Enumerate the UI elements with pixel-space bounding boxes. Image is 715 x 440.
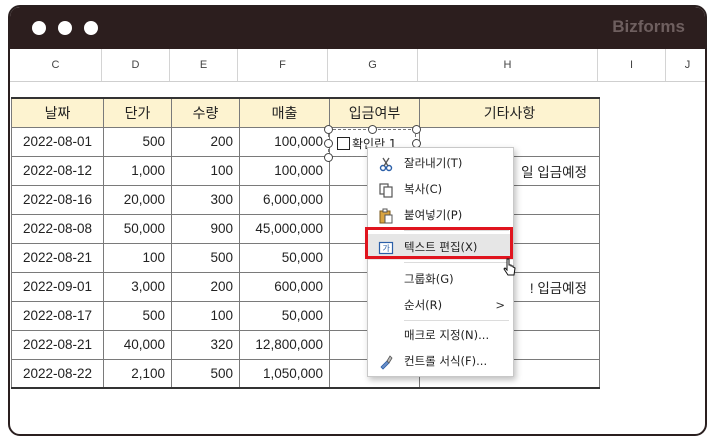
mouse-cursor-icon (503, 257, 517, 281)
cell-quantity[interactable]: 100 (171, 300, 240, 331)
cell-unit-price[interactable]: 500 (103, 126, 172, 157)
cell-sales[interactable]: 50,000 (239, 242, 330, 273)
cell-unit-price[interactable]: 3,000 (103, 271, 172, 302)
cell-sales[interactable]: 6,000,000 (239, 184, 330, 215)
menu-item-assign-macro-label: 매크로 지정(N)... (404, 328, 490, 342)
cell-sales[interactable]: 100,000 (239, 155, 330, 186)
header-unit-price[interactable]: 단가 (103, 97, 172, 128)
cell-unit-price[interactable]: 50,000 (103, 213, 172, 244)
column-header-bar: C D E F G H I J (10, 49, 705, 82)
cell-date[interactable]: 2022-08-12 (11, 155, 104, 186)
menu-item-order-label: 순서(R) (404, 298, 443, 312)
column-header-j[interactable]: J (666, 49, 705, 81)
cell-unit-price[interactable]: 40,000 (103, 329, 172, 360)
cell-unit-price[interactable]: 2,100 (103, 358, 172, 389)
resize-handle-tl[interactable] (324, 125, 333, 134)
format-control-icon (378, 353, 394, 370)
cell-date[interactable]: 2022-08-21 (11, 329, 104, 360)
cell-quantity[interactable]: 100 (171, 155, 240, 186)
window-dot-2 (58, 21, 72, 35)
cell-sales[interactable]: 1,050,000 (239, 358, 330, 389)
menu-item-format-control-label: 컨트롤 서식(F)... (404, 354, 488, 368)
app-window: Bizforms C D E F G H I J 날짜 단가 수량 매출 입금여… (8, 5, 707, 436)
header-quantity[interactable]: 수량 (171, 97, 240, 128)
context-menu: 잘라내기(T) 복사(C) 붙여넣기(P) 가 텍스트 편집(X) 그룹화(G)… (367, 147, 514, 377)
menu-item-group-label: 그룹화(G) (404, 272, 454, 286)
menu-item-copy-label: 복사(C) (404, 182, 443, 196)
menu-item-order[interactable]: 순서(R) > (368, 292, 513, 318)
cell-date[interactable]: 2022-08-22 (11, 358, 104, 389)
cell-unit-price[interactable]: 20,000 (103, 184, 172, 215)
scissors-icon (378, 155, 394, 172)
column-header-f[interactable]: F (238, 49, 328, 81)
cell-quantity[interactable]: 500 (171, 358, 240, 389)
column-header-d[interactable]: D (102, 49, 170, 81)
cell-date[interactable]: 2022-09-01 (11, 271, 104, 302)
menu-item-cut-label: 잘라내기(T) (404, 156, 463, 170)
cell-date[interactable]: 2022-08-17 (11, 300, 104, 331)
column-header-g[interactable]: G (328, 49, 418, 81)
checkbox-box[interactable] (337, 137, 350, 150)
cell-quantity[interactable]: 200 (171, 271, 240, 302)
cell-unit-price[interactable]: 500 (103, 300, 172, 331)
brand-logo: Bizforms (612, 17, 685, 36)
cell-date[interactable]: 2022-08-21 (11, 242, 104, 273)
header-notes[interactable]: 기타사항 (419, 97, 600, 128)
cell-quantity[interactable]: 900 (171, 213, 240, 244)
menu-item-paste-label: 붙여넣기(P) (404, 208, 463, 222)
resize-handle-tm[interactable] (368, 125, 377, 134)
column-header-i[interactable]: I (598, 49, 666, 81)
cell-unit-price[interactable]: 100 (103, 242, 172, 273)
cell-sales[interactable]: 600,000 (239, 271, 330, 302)
cell-sales[interactable]: 12,800,000 (239, 329, 330, 360)
cell-date[interactable]: 2022-08-16 (11, 184, 104, 215)
highlight-box (365, 227, 513, 259)
submenu-arrow-icon: > (495, 298, 505, 312)
resize-handle-ml[interactable] (324, 139, 333, 148)
window-dot-1 (32, 21, 46, 35)
cell-quantity[interactable]: 500 (171, 242, 240, 273)
resize-handle-bl[interactable] (324, 153, 333, 162)
cell-quantity[interactable]: 200 (171, 126, 240, 157)
resize-handle-tr[interactable] (412, 125, 421, 134)
column-header-h[interactable]: H (418, 49, 598, 81)
column-header-e[interactable]: E (170, 49, 238, 81)
header-payment-status[interactable]: 입금여부 (329, 97, 420, 128)
title-bar: Bizforms (10, 7, 705, 49)
menu-item-cut[interactable]: 잘라내기(T) (368, 150, 513, 176)
header-date[interactable]: 날짜 (11, 97, 104, 128)
menu-separator (404, 262, 509, 263)
cell-quantity[interactable]: 300 (171, 184, 240, 215)
header-sales[interactable]: 매출 (239, 97, 330, 128)
paste-icon (378, 207, 394, 224)
cell-sales[interactable]: 45,000,000 (239, 213, 330, 244)
menu-item-format-control[interactable]: 컨트롤 서식(F)... (368, 348, 513, 374)
cell-sales[interactable]: 50,000 (239, 300, 330, 331)
menu-item-assign-macro[interactable]: 매크로 지정(N)... (368, 322, 513, 348)
cell-quantity[interactable]: 320 (171, 329, 240, 360)
copy-icon (378, 181, 394, 198)
menu-item-paste[interactable]: 붙여넣기(P) (368, 202, 513, 228)
cell-sales[interactable]: 100,000 (239, 126, 330, 157)
cell-date[interactable]: 2022-08-08 (11, 213, 104, 244)
column-header-c[interactable]: C (10, 49, 102, 81)
table-header-row: 날짜 단가 수량 매출 입금여부 기타사항 (11, 97, 600, 128)
menu-item-copy[interactable]: 복사(C) (368, 176, 513, 202)
window-dot-3 (84, 21, 98, 35)
cell-date[interactable]: 2022-08-01 (11, 126, 104, 157)
menu-item-group[interactable]: 그룹화(G) (368, 266, 513, 292)
menu-separator (404, 320, 509, 321)
cell-unit-price[interactable]: 1,000 (103, 155, 172, 186)
